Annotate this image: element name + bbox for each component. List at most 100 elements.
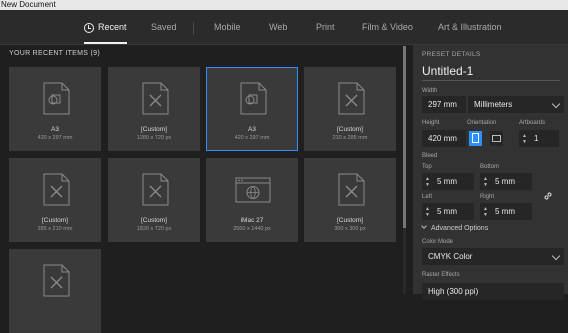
window-title: New Document [1, 0, 56, 9]
raster-effects-value: High (300 ppi) [428, 287, 479, 296]
item-size: 300 x 300 px [334, 226, 366, 232]
window-title-bar: New Document [0, 0, 568, 10]
width-input[interactable]: 297 mm [422, 96, 466, 113]
portrait-icon [472, 133, 479, 143]
item-size: 1280 x 720 px [136, 135, 172, 141]
height-label: Height [422, 120, 440, 126]
bleed-right-stepper[interactable]: ▲ ▼ 5 mm [480, 203, 532, 220]
chevron-down-icon [421, 223, 427, 229]
item-name: A3 [248, 126, 256, 133]
document-custom-icon [43, 264, 70, 297]
item-size: 210 x 285 mm [332, 135, 368, 141]
portrait-orientation-button[interactable] [469, 131, 482, 146]
stepper-arrows-icon[interactable]: ▲ ▼ [522, 133, 528, 145]
item-name: [Custom] [336, 126, 363, 133]
document-custom-icon [142, 173, 169, 206]
bleed-left-stepper[interactable]: ▲ ▼ 5 mm [422, 203, 474, 220]
recent-heading-text: YOUR RECENT ITEMS [9, 50, 89, 57]
document-name-input[interactable]: Untitled-1 [422, 64, 560, 81]
artboards-value: 1 [534, 134, 539, 143]
advanced-options-toggle[interactable]: Advanced Options [421, 223, 489, 232]
landscape-icon [492, 135, 501, 142]
advanced-options-label: Advanced Options [431, 225, 489, 232]
recent-item-imac-27[interactable]: iMac 27 2560 x 1440 px [206, 158, 298, 242]
units-dropdown[interactable]: Millimeters [468, 96, 564, 113]
document-custom-icon [43, 173, 70, 206]
bleed-label: Bleed [422, 153, 438, 159]
stepper-arrows-icon[interactable]: ▲ ▼ [425, 176, 431, 188]
item-name: [Custom] [336, 217, 363, 224]
chevron-down-icon [551, 99, 561, 109]
item-size: 420 x 297 mm [37, 135, 73, 141]
raster-effects-dropdown[interactable]: High (300 ppi) [422, 283, 564, 300]
width-label: Width [422, 88, 438, 94]
units-value: Millimeters [474, 100, 513, 109]
link-icon[interactable] [542, 190, 554, 202]
tab-saved[interactable]: Saved [151, 10, 177, 44]
stepper-arrows-icon[interactable]: ▲ ▼ [425, 206, 431, 218]
bleed-bottom-label: Bottom [480, 164, 500, 170]
clock-icon [84, 23, 94, 33]
tab-separator [193, 22, 194, 35]
bleed-top-stepper[interactable]: ▲ ▼ 5 mm [422, 173, 474, 190]
item-name: [Custom] [140, 126, 167, 133]
bleed-top-label: Top [422, 164, 432, 170]
item-size: 285 x 210 mm [37, 226, 73, 232]
stepper-arrows-icon[interactable]: ▲ ▼ [483, 176, 489, 188]
bleed-left-label: Left [422, 194, 433, 200]
web-window-icon [235, 177, 271, 203]
recent-item-custom-5[interactable]: [Custom] 300 x 300 px [304, 158, 396, 242]
recent-item-custom-6[interactable] [9, 249, 101, 333]
tab-film-video[interactable]: Film & Video [362, 10, 413, 44]
document-custom-icon [338, 173, 365, 206]
bleed-right-label: Right [480, 194, 495, 200]
tab-recent[interactable]: Recent [84, 10, 127, 44]
recent-item-custom-2[interactable]: [Custom] 210 x 285 mm [304, 67, 396, 151]
item-name: A3 [51, 126, 59, 133]
tab-web[interactable]: Web [269, 10, 287, 44]
color-mode-value: CMYK Color [428, 252, 473, 261]
recent-item-custom-1[interactable]: [Custom] 1280 x 720 px [108, 67, 200, 151]
color-mode-dropdown[interactable]: CMYK Color [422, 248, 564, 265]
color-mode-label: Color Mode [422, 239, 454, 245]
recent-item-a3-1[interactable]: A3 420 x 297 mm [9, 67, 101, 151]
bleed-top-value: 5 mm [437, 177, 457, 186]
bleed-left-value: 5 mm [437, 207, 457, 216]
landscape-orientation-button[interactable] [490, 131, 503, 146]
item-size: 2560 x 1440 px [233, 226, 271, 232]
tab-mobile-label: Mobile [214, 22, 241, 32]
recent-count: (9) [90, 50, 100, 57]
category-tab-bar: Recent Saved Mobile Web Print Film & Vid… [0, 10, 568, 45]
tab-art-illustration-label: Art & Illustration [438, 22, 502, 32]
document-custom-icon [338, 82, 365, 115]
scroll-thumb[interactable] [403, 46, 406, 228]
chevron-down-icon [551, 251, 561, 261]
active-tab-underline [84, 42, 127, 44]
preset-details-heading: PRESET DETAILS [422, 51, 481, 58]
recent-items-panel: YOUR RECENT ITEMS (9) A3 420 x 297 mm [C… [0, 45, 410, 333]
document-custom-icon [142, 82, 169, 115]
tab-web-label: Web [269, 22, 288, 32]
tab-print-label: Print [316, 22, 335, 32]
item-size: 420 x 297 mm [234, 135, 270, 141]
item-name: [Custom] [140, 217, 167, 224]
item-name: [Custom] [41, 217, 68, 224]
recent-items-heading: YOUR RECENT ITEMS (9) [9, 50, 100, 57]
recent-item-custom-3[interactable]: [Custom] 285 x 210 mm [9, 158, 101, 242]
document-shapes-icon [43, 82, 70, 115]
tab-print[interactable]: Print [316, 10, 335, 44]
bleed-bottom-stepper[interactable]: ▲ ▼ 5 mm [480, 173, 532, 190]
bleed-bottom-value: 5 mm [495, 177, 515, 186]
recent-item-custom-4[interactable]: [Custom] 1820 x 720 px [108, 158, 200, 242]
stepper-arrows-icon[interactable]: ▲ ▼ [483, 206, 489, 218]
height-input[interactable]: 420 mm [422, 130, 466, 147]
recent-items-scrollbar[interactable] [403, 46, 406, 294]
artboards-stepper[interactable]: ▲ ▼ 1 [519, 130, 559, 147]
tab-saved-label: Saved [151, 22, 177, 32]
tab-recent-label: Recent [98, 22, 127, 32]
tab-mobile[interactable]: Mobile [214, 10, 241, 44]
tab-art-illustration[interactable]: Art & Illustration [438, 10, 502, 44]
artboards-label: Artboards [519, 120, 546, 126]
recent-item-a3-2-selected[interactable]: A3 420 x 297 mm [206, 67, 298, 151]
bleed-right-value: 5 mm [495, 207, 515, 216]
